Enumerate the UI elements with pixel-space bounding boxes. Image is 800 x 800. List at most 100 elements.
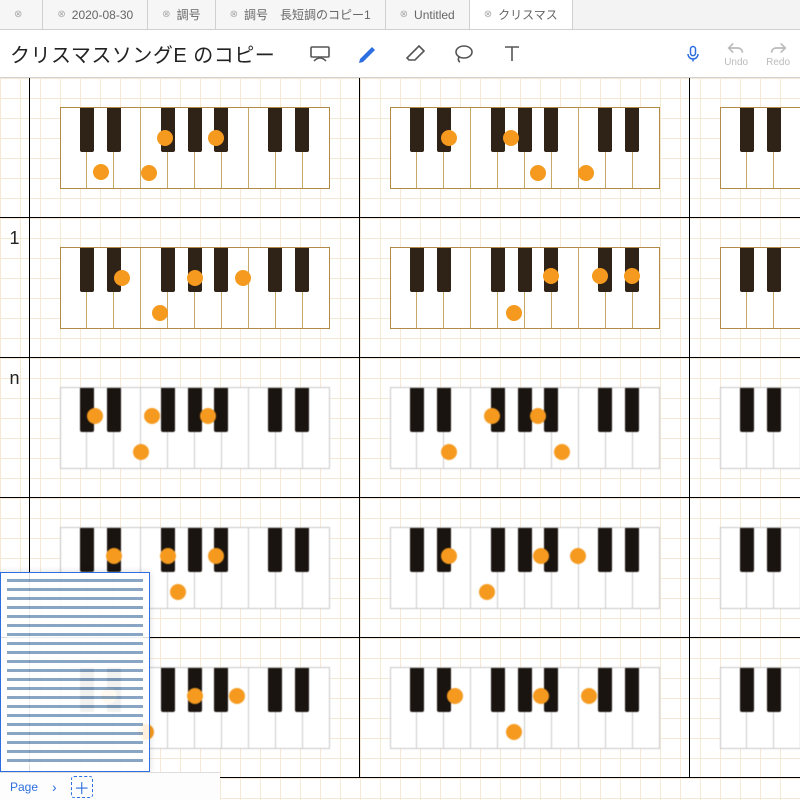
grid-cell [690,78,800,218]
grid-cell [30,218,360,358]
tab-4[interactable]: ⊗ Untitled [386,0,470,29]
grid-cell [360,638,690,778]
close-icon[interactable]: ⊗ [162,9,170,20]
tab-1[interactable]: ⊗ 2020-08-30 [43,0,148,29]
piano-diagram [390,667,660,749]
text-tool-icon[interactable] [499,41,525,67]
chord-note-dot [93,164,109,180]
chord-note-dot [503,130,519,146]
close-icon[interactable]: ⊗ [484,9,492,20]
row-label [0,78,30,218]
chord-note-dot [208,548,224,564]
chord-note-dot [533,548,549,564]
chord-note-dot [114,270,130,286]
chord-note-dot [543,268,559,284]
chord-note-dot [141,165,157,181]
microphone-icon[interactable] [680,41,706,67]
chord-note-dot [479,584,495,600]
chord-note-dot [484,408,500,424]
chord-note-dot [441,548,457,564]
chord-note-dot [530,408,546,424]
chord-note-dot [144,408,160,424]
chord-note-dot [187,270,203,286]
chord-note-dot [441,444,457,460]
page-thumbnail[interactable] [7,579,143,765]
undo-label: Undo [724,57,748,68]
piano-diagram [390,247,660,329]
close-icon[interactable]: ⊗ [230,9,238,20]
page-label: Page [10,780,38,794]
tab-0[interactable]: ⊗ [0,0,43,29]
chord-note-dot [533,688,549,704]
tab-strip: ⊗ ⊗ 2020-08-30 ⊗ 調号 ⊗ 調号 長短調のコピー1 ⊗ Unti… [0,0,800,30]
grid-cell [360,358,690,498]
chord-note-dot [152,305,168,321]
piano-diagram [60,247,330,329]
grid-cell [690,218,800,358]
chord-note-dot [447,688,463,704]
page-bar: Page › ＋ [0,772,220,800]
eraser-icon[interactable] [403,41,429,67]
tab-3[interactable]: ⊗ 調号 長短調のコピー1 [216,0,386,29]
chord-note-dot [157,130,173,146]
chord-note-dot [578,165,594,181]
chord-note-dot [235,270,251,286]
chord-note-dot [570,548,586,564]
page-thumbnail-panel[interactable] [0,572,150,772]
chord-note-dot [133,444,149,460]
close-icon[interactable]: ⊗ [400,9,408,20]
pen-icon[interactable] [355,41,381,67]
redo-label: Redo [766,57,790,68]
chord-note-dot [441,130,457,146]
toolbar: クリスマスソングE のコピー Und [0,30,800,78]
chord-note-dot [624,268,640,284]
piano-diagram [720,667,800,749]
grid-cell [360,498,690,638]
chord-note-dot [581,688,597,704]
undo-button[interactable]: Undo [724,39,748,68]
chord-note-dot [187,688,203,704]
grid-cell [690,638,800,778]
row-label: n [0,358,30,498]
chord-note-dot [506,305,522,321]
close-icon[interactable]: ⊗ [57,9,65,20]
tab-label: 2020-08-30 [72,8,133,22]
tab-label: クリスマス [498,6,558,23]
chord-note-dot [160,548,176,564]
tab-label: 調号 [177,6,201,23]
document-canvas[interactable]: 1n Page › ＋ [0,78,800,800]
close-icon[interactable]: ⊗ [14,9,22,20]
piano-diagram [720,247,800,329]
chord-note-dot [229,688,245,704]
grid-cell [360,218,690,358]
redo-button[interactable]: Redo [766,39,790,68]
chord-note-dot [200,408,216,424]
grid-cell [690,498,800,638]
chord-note-dot [592,268,608,284]
tab-2[interactable]: ⊗ 調号 [148,0,215,29]
piano-diagram [60,107,330,189]
read-mode-icon[interactable] [307,41,333,67]
tab-5[interactable]: ⊗ クリスマス [470,0,573,29]
chord-note-dot [208,130,224,146]
add-page-button[interactable]: ＋ [71,776,93,798]
tab-label: Untitled [414,8,455,22]
chord-note-dot [87,408,103,424]
piano-diagram [60,387,330,469]
chord-note-dot [506,724,522,740]
grid-cell [360,78,690,218]
piano-diagram [720,387,800,469]
tab-label: 調号 長短調のコピー1 [244,6,371,23]
piano-diagram [390,107,660,189]
piano-diagram [390,527,660,609]
grid-cell [690,358,800,498]
piano-diagram [390,387,660,469]
row-label: 1 [0,218,30,358]
lasso-icon[interactable] [451,41,477,67]
grid-cell [30,358,360,498]
grid-cell [30,78,360,218]
piano-diagram [720,527,800,609]
chevron-right-icon[interactable]: › [52,779,57,795]
chord-note-dot [530,165,546,181]
chord-note-dot [106,548,122,564]
